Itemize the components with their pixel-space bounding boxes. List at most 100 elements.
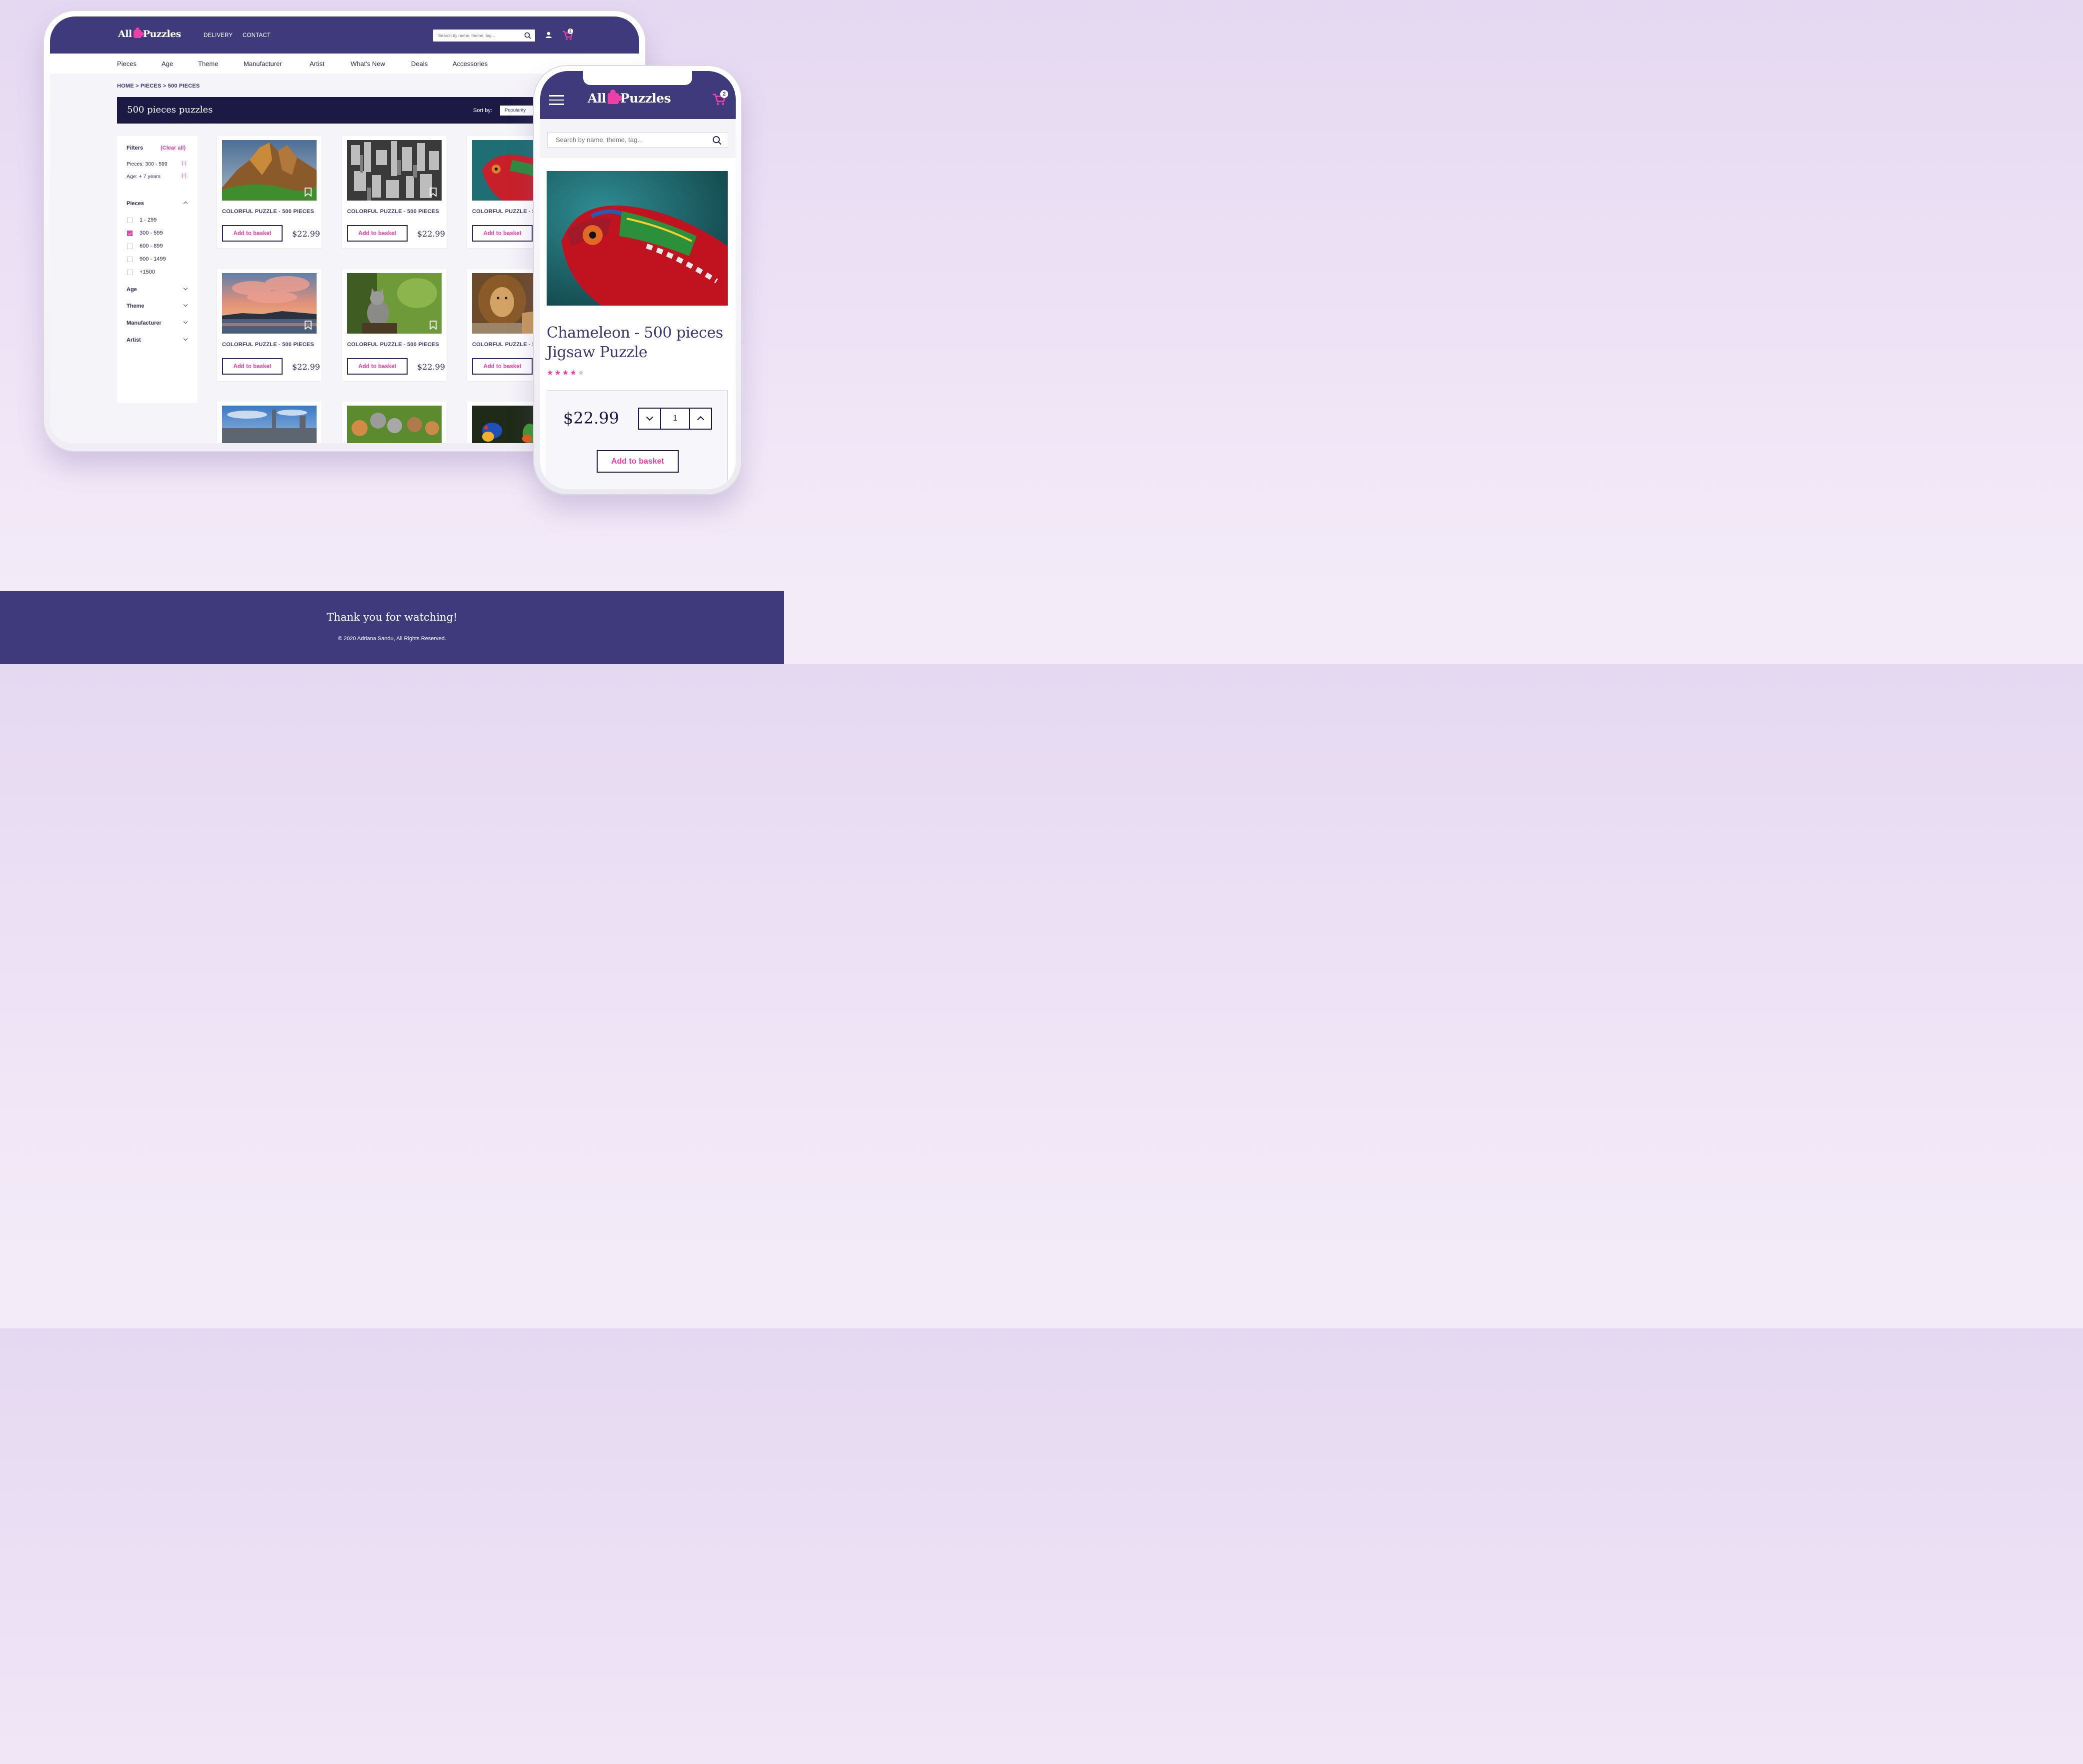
star-filled-icon: ★ xyxy=(547,369,555,377)
chevron-up-icon[interactable] xyxy=(183,201,188,206)
star-empty-icon: ★ xyxy=(577,369,586,377)
product-image-city-bw[interactable] xyxy=(347,140,442,201)
product-price: $22.99 xyxy=(292,229,320,239)
product-price: $22.99 xyxy=(292,362,320,372)
logo-text-2: Puzzles xyxy=(143,29,182,40)
active-filter-label: Age: + 7 years xyxy=(127,174,161,180)
add-to-basket-button[interactable]: Add to basket xyxy=(222,225,283,242)
search-icon[interactable] xyxy=(712,136,722,145)
filter-panel: Filters (Clear all) Pieces: 300 - 599 (-… xyxy=(117,136,198,403)
chevron-down-icon[interactable] xyxy=(183,286,188,291)
clear-all-link[interactable]: (Clear all) xyxy=(161,145,186,151)
product-image-chameleon[interactable] xyxy=(547,171,728,306)
thanks-message: Thank you for watching! xyxy=(327,611,458,623)
product-card[interactable]: COLORFUL PUZZLE - 500 PIECES Add to bask… xyxy=(342,136,447,248)
add-to-basket-button[interactable]: Add to basket xyxy=(222,358,283,375)
quantity-value[interactable]: 1 xyxy=(661,409,689,429)
checkbox[interactable] xyxy=(127,244,133,249)
product-image-sunset-clouds[interactable] xyxy=(222,273,317,334)
chevron-down-icon[interactable] xyxy=(183,302,188,307)
bookmark-icon[interactable] xyxy=(430,188,437,197)
quantity-stepper[interactable]: 1 xyxy=(638,408,712,430)
product-image-kittens[interactable] xyxy=(347,406,442,443)
sort-label: Sort by: xyxy=(473,108,492,114)
checkbox-label: 900 - 1499 xyxy=(140,256,166,262)
remove-filter-button[interactable]: (-) xyxy=(182,161,187,166)
chevron-down-icon xyxy=(646,413,654,421)
product-detail: Chameleon - 500 pieces Jigsaw Puzzle ★★★… xyxy=(540,158,736,489)
nav-artist[interactable]: Artist xyxy=(310,60,325,68)
add-to-basket-button[interactable]: Add to basket xyxy=(472,358,533,375)
tablet-header: All Puzzles DELIVERY CONTACT 2 xyxy=(50,17,639,54)
star-filled-icon: ★ xyxy=(570,369,578,377)
site-logo[interactable]: All Puzzles xyxy=(588,89,671,106)
hamburger-menu-icon[interactable] xyxy=(549,95,564,108)
add-to-basket-button[interactable]: Add to basket xyxy=(597,450,679,473)
decrease-quantity-button[interactable] xyxy=(639,409,661,429)
cart-button[interactable]: 2 xyxy=(712,90,728,109)
filter-group-age[interactable]: Age xyxy=(127,287,137,293)
user-icon[interactable] xyxy=(545,32,552,39)
filter-group-manufacturer[interactable]: Manufacturer xyxy=(127,320,162,326)
page-title: 500 pieces puzzles xyxy=(127,105,213,115)
star-filled-icon: ★ xyxy=(562,369,570,377)
breadcrumb[interactable]: HOME > PIECES > 500 PIECES xyxy=(117,83,200,89)
product-image-skyline[interactable] xyxy=(222,406,317,443)
product-card[interactable]: COLORFUL PUZZLE - 500 PIECES Add to bask… xyxy=(342,269,447,381)
product-image-mountain[interactable] xyxy=(222,140,317,201)
logo-text-2: Puzzles xyxy=(620,91,671,106)
checkbox-label: 600 - 899 xyxy=(140,243,163,249)
search-input[interactable] xyxy=(548,133,703,147)
bookmark-icon[interactable] xyxy=(305,188,312,197)
checkbox-checked[interactable] xyxy=(127,231,133,236)
product-name[interactable]: COLORFUL PUZZLE - 500 PIECES xyxy=(222,342,314,348)
checkbox-label: +1500 xyxy=(140,269,155,275)
filter-group-artist[interactable]: Artist xyxy=(127,337,141,343)
checkbox[interactable] xyxy=(127,270,133,275)
product-card[interactable] xyxy=(217,402,322,443)
product-name[interactable]: COLORFUL PUZZLE - 5 xyxy=(472,209,535,215)
add-to-basket-button[interactable]: Add to basket xyxy=(347,358,408,375)
checkbox-label: 1 - 299 xyxy=(140,217,157,223)
checkbox[interactable] xyxy=(127,257,133,262)
search-box[interactable] xyxy=(433,30,535,42)
product-price: $22.99 xyxy=(563,409,619,428)
nav-age[interactable]: Age xyxy=(162,60,173,68)
nav-manufacturer[interactable]: Manufacturer xyxy=(244,60,282,68)
bookmark-icon[interactable] xyxy=(305,321,312,330)
cart-button[interactable]: 2 xyxy=(562,29,573,43)
product-card[interactable]: COLORFUL PUZZLE - 500 PIECES Add to bask… xyxy=(217,136,322,248)
product-image-kitten[interactable] xyxy=(347,273,442,334)
filter-group-pieces[interactable]: Pieces xyxy=(127,201,144,207)
nav-accessories[interactable]: Accessories xyxy=(453,60,488,68)
checkbox-label: 300 - 599 xyxy=(140,230,163,236)
bookmark-icon[interactable] xyxy=(430,321,437,330)
increase-quantity-button[interactable] xyxy=(689,409,711,429)
filter-group-theme[interactable]: Theme xyxy=(127,303,144,309)
chevron-down-icon[interactable] xyxy=(183,319,188,324)
add-to-basket-button[interactable]: Add to basket xyxy=(472,225,533,242)
product-card[interactable] xyxy=(342,402,447,443)
nav-theme[interactable]: Theme xyxy=(198,60,218,68)
search-box[interactable] xyxy=(547,132,728,148)
contact-link[interactable]: CONTACT xyxy=(243,33,271,39)
search-icon[interactable] xyxy=(524,32,531,39)
add-to-basket-button[interactable]: Add to basket xyxy=(347,225,408,242)
delivery-link[interactable]: DELIVERY xyxy=(204,33,233,39)
product-name[interactable]: COLORFUL PUZZLE - 5 xyxy=(472,342,535,348)
nav-pieces[interactable]: Pieces xyxy=(117,60,137,68)
star-filled-icon: ★ xyxy=(554,369,562,377)
product-name[interactable]: COLORFUL PUZZLE - 500 PIECES xyxy=(222,209,314,215)
product-name[interactable]: COLORFUL PUZZLE - 500 PIECES xyxy=(347,209,439,215)
remove-filter-button[interactable]: (-) xyxy=(182,173,187,179)
product-card[interactable]: COLORFUL PUZZLE - 500 PIECES Add to bask… xyxy=(217,269,322,381)
product-name[interactable]: COLORFUL PUZZLE - 500 PIECES xyxy=(347,342,439,348)
chevron-down-icon[interactable] xyxy=(183,336,188,341)
checkbox[interactable] xyxy=(127,218,133,223)
copyright: © 2020 Adriana Sandu, All Rights Reserve… xyxy=(338,636,446,642)
nav-whats-new[interactable]: What's New xyxy=(351,60,385,68)
search-input[interactable] xyxy=(433,30,518,42)
nav-deals[interactable]: Deals xyxy=(411,60,428,68)
site-logo[interactable]: All Puzzles xyxy=(118,28,182,40)
phone-notch xyxy=(583,71,692,85)
